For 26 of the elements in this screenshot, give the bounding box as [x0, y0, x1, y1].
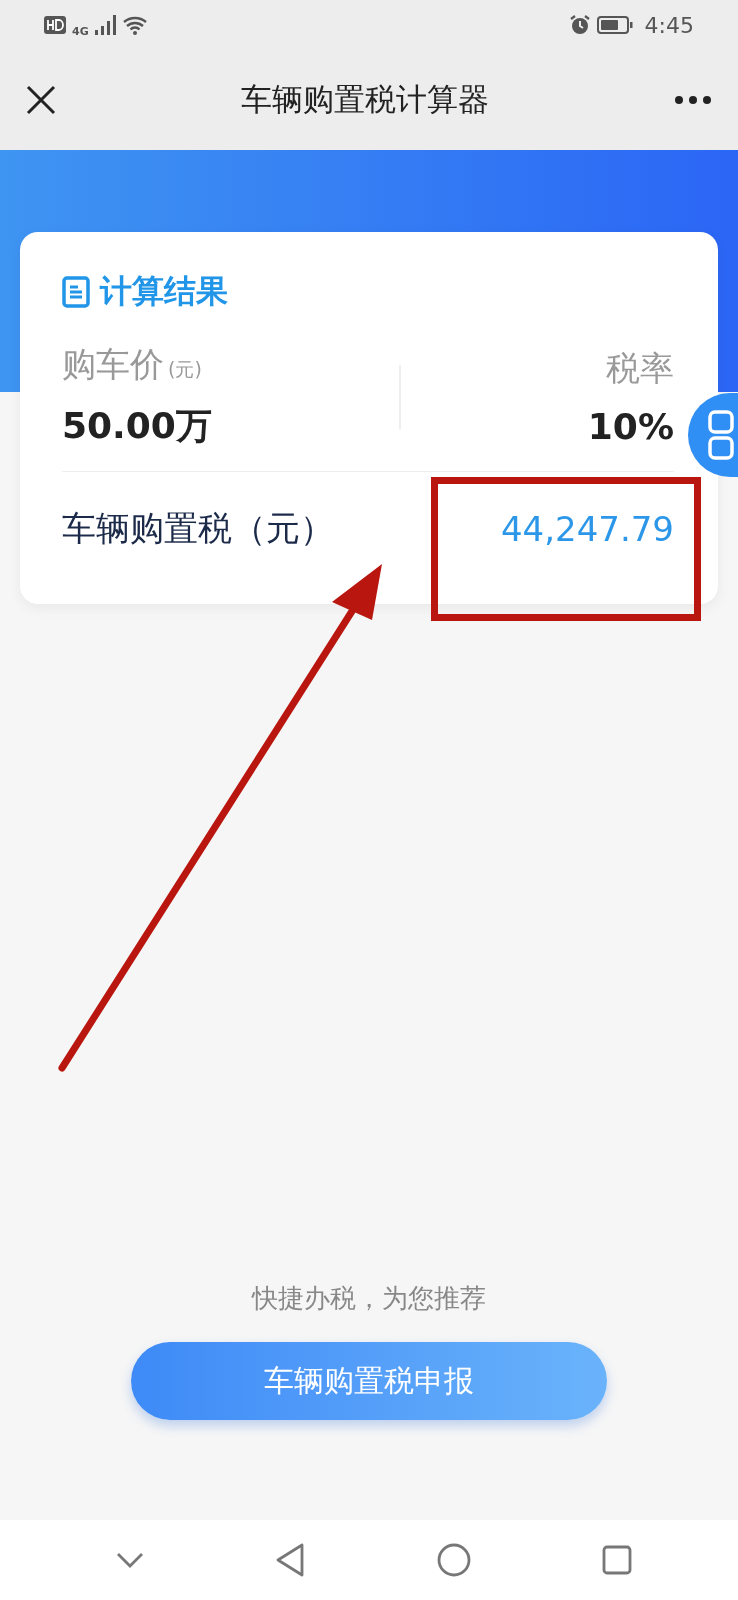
chevron-down-icon[interactable]	[115, 1552, 144, 1568]
price-label: 购车价	[62, 343, 164, 386]
close-icon[interactable]	[26, 85, 56, 115]
wifi-icon	[122, 15, 149, 35]
signal-icon	[94, 15, 117, 35]
rate-value: 10%	[587, 406, 674, 447]
clock-time: 4:45	[644, 12, 694, 38]
network-label: 4G	[72, 24, 89, 38]
battery-icon	[596, 15, 633, 35]
home-icon[interactable]	[436, 1543, 471, 1577]
back-icon[interactable]	[275, 1543, 306, 1577]
unit-label: (元)	[168, 357, 202, 382]
tax-amount: 44,247.79	[500, 509, 674, 549]
recents-icon[interactable]	[602, 1545, 633, 1575]
more-icon[interactable]	[674, 95, 712, 105]
price-value: 50.00万	[62, 404, 212, 448]
result-heading: 计算结果	[100, 271, 228, 312]
tax-label: 车辆购置税（元）	[62, 507, 334, 550]
page-title: 车辆购置税计算器	[241, 80, 489, 119]
grid-icon	[708, 410, 734, 460]
rate-label: 税率	[606, 347, 674, 390]
hd-icon	[44, 16, 66, 34]
recommend-hint: 快捷办税，为您推荐	[252, 1282, 486, 1315]
document-icon	[62, 276, 90, 308]
alarm-icon	[568, 14, 591, 36]
declare-button[interactable]: 车辆购置税申报	[131, 1342, 607, 1420]
